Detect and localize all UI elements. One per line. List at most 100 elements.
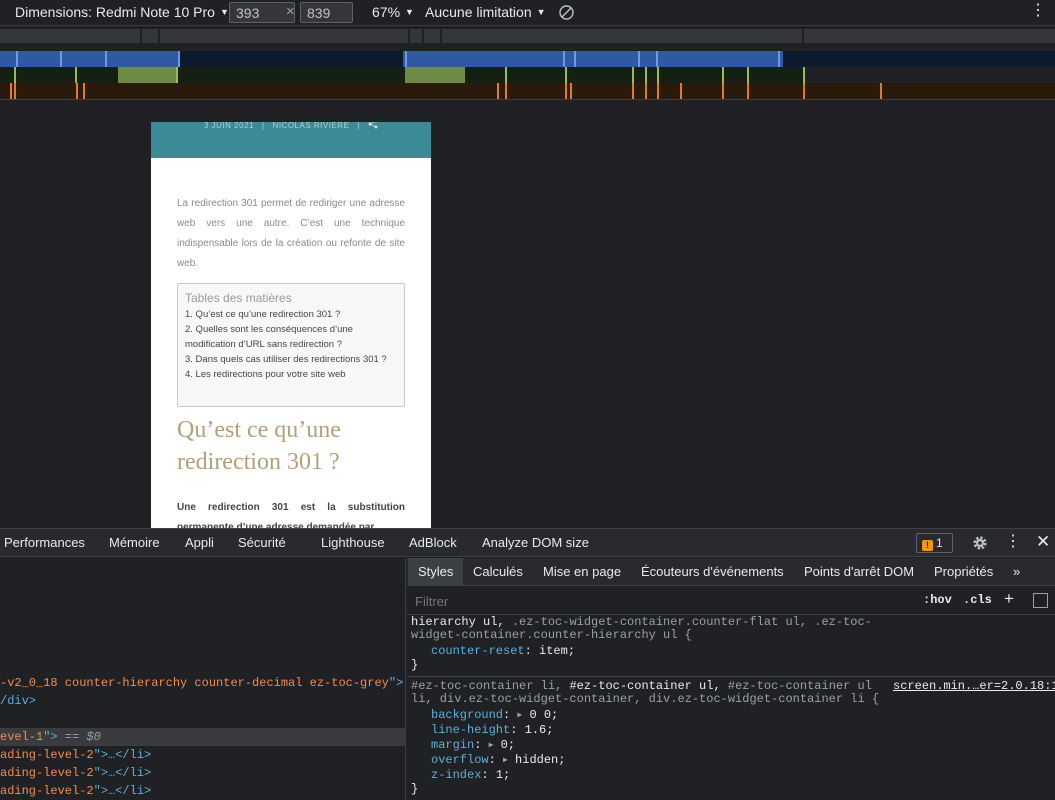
issues-button[interactable]: ! 1 (916, 533, 953, 553)
hov-toggle[interactable]: :hov (923, 593, 952, 607)
css-value[interactable]: 0; (501, 738, 515, 752)
tab-memoire[interactable]: Mémoire (109, 535, 160, 550)
toggle-sidebar-icon[interactable] (1033, 593, 1048, 608)
rule-selector[interactable]: widget-container.counter-hierarchy ul { (411, 628, 692, 642)
css-property[interactable]: overflow (431, 753, 489, 767)
phone-screen[interactable]: 3 JUIN 2021 | NICOLAS RIVIERE | La redirect… (151, 122, 431, 528)
tab-performances[interactable]: Performances (4, 535, 85, 550)
new-rule-icon[interactable]: + (1004, 589, 1014, 609)
toc-link[interactable]: 4. Les redirections pour votre site web (185, 367, 397, 382)
article-intro: La redirection 301 permet de rediriger u… (177, 198, 405, 269)
css-property[interactable]: background (431, 708, 503, 722)
tab-points-arret-dom[interactable]: Points d'arrêt DOM (804, 564, 914, 579)
css-declaration[interactable]: z-index: 1; (431, 768, 510, 782)
mq-tick (14, 67, 16, 83)
kebab-icon[interactable]: ⋮ (1030, 2, 1046, 20)
mq-tick (10, 83, 12, 99)
kebab-icon[interactable]: ⋮ (1005, 534, 1021, 550)
share-icon[interactable] (368, 122, 378, 129)
css-declaration[interactable]: counter-reset: item; (431, 644, 575, 658)
tab-securite[interactable]: Sécurité (238, 535, 286, 550)
mq-tick (76, 83, 78, 99)
mq-segment[interactable] (0, 51, 180, 67)
css-value[interactable]: item; (539, 644, 575, 658)
devtools-window: Dimensions: Redmi Note 10 Pro ▼ × 67% ▼ Au… (0, 0, 1055, 800)
stylesheet-source-link[interactable]: screen.min.…er=2.0.18:1 (893, 679, 1055, 693)
tab-lighthouse[interactable]: Lighthouse (321, 535, 385, 550)
rule-selector[interactable]: hierarchy ul, .ez-toc-widget-container.c… (411, 615, 872, 629)
styles-filter-input[interactable] (409, 590, 914, 612)
css-declaration[interactable]: line-height: 1.6; (431, 723, 553, 737)
dom-node[interactable]: ading-level-2">…</li> (0, 764, 151, 782)
ruler-segment (424, 29, 440, 43)
dom-node[interactable]: /div> (0, 692, 36, 710)
selector-nonmatch: .ez-toc-widget-container.counter-flat ul… (511, 615, 872, 629)
dom-node[interactable]: ading-level-2">…</li> (0, 746, 151, 764)
mq-tick (803, 67, 805, 83)
media-query-row-max-width (0, 51, 1055, 67)
meta-separator: | (261, 122, 265, 130)
css-value[interactable]: 1; (496, 768, 510, 782)
mq-tick (657, 67, 659, 83)
article-author[interactable]: NICOLAS RIVIERE (273, 122, 350, 130)
mq-tick (656, 51, 658, 67)
mq-tick (505, 83, 507, 99)
toc-link[interactable]: 2. Quelles sont les conséquences d’une m… (185, 322, 397, 352)
tab-styles[interactable]: Styles (408, 558, 464, 585)
css-property[interactable]: margin (431, 738, 474, 752)
device-select[interactable]: Dimensions: Redmi Note 10 Pro ▼ (15, 4, 229, 20)
mq-tick (565, 67, 567, 83)
gear-icon[interactable] (972, 535, 988, 551)
more-tabs-icon[interactable]: » (1013, 564, 1020, 579)
selector-match: hierarchy ul, (411, 615, 512, 629)
tab-appli[interactable]: Appli (185, 535, 214, 550)
toc-link[interactable]: 3. Dans quels cas utiliser des redirecti… (185, 352, 397, 367)
tab-adblock[interactable]: AdBlock (409, 535, 457, 550)
attribute-value: ading-level-2 (0, 784, 94, 798)
tab-analyze-dom-size[interactable]: Analyze DOM size (482, 535, 589, 550)
height-input[interactable] (300, 2, 353, 23)
throttle-select[interactable]: Aucune limitation ▼ (425, 4, 546, 20)
css-value[interactable]: 0 0; (529, 708, 558, 722)
device-toolbar: Dimensions: Redmi Note 10 Pro ▼ × 67% ▼ Au… (0, 0, 1055, 26)
dom-node[interactable]: ading-level-2">…</li> (0, 782, 151, 800)
toc-link[interactable]: 1. Qu’est ce qu’une redirection 301 ? (185, 307, 397, 322)
tag-bracket: "> (43, 730, 65, 744)
attribute-value: evel-1 (0, 730, 44, 744)
tag-bracket: "> (388, 676, 404, 690)
mq-tick (178, 51, 180, 67)
css-declaration[interactable]: background: ▶ 0 0; (431, 708, 558, 723)
dom-node[interactable]: -v2_0_18 counter-hierarchy counter-decim… (0, 674, 403, 692)
article-date: 3 JUIN 2021 (204, 122, 254, 130)
css-declaration[interactable]: overflow: ▶ hidden; (431, 753, 565, 768)
css-declaration[interactable]: margin: ▶ 0; (431, 738, 515, 753)
tab-mise-en-page[interactable]: Mise en page (543, 564, 621, 579)
rotate-icon[interactable] (558, 4, 575, 21)
cls-toggle[interactable]: .cls (963, 593, 992, 607)
ruler-segment (0, 29, 140, 43)
zoom-select[interactable]: 67% ▼ (372, 4, 414, 20)
times-icon: × (286, 3, 295, 20)
attribute-value: ading-level-2 (0, 766, 94, 780)
rule-selector[interactable]: #ez-toc-container li, #ez-toc-container … (411, 679, 872, 693)
css-property[interactable]: counter-reset (431, 644, 525, 658)
rule-close: } (411, 782, 419, 796)
css-value[interactable]: 1.6; (525, 723, 554, 737)
mq-segment[interactable] (118, 67, 178, 83)
mq-tick (105, 51, 107, 67)
rule-selector[interactable]: li, div.ez-toc-widget-container, div.ez-… (411, 692, 879, 706)
dom-node-selected[interactable]: evel-1"> == $0 (0, 728, 405, 746)
mq-segment[interactable] (403, 51, 783, 67)
css-property[interactable]: line-height (431, 723, 510, 737)
tab-ecouteurs[interactable]: Écouteurs d'événements (641, 564, 784, 579)
tab-proprietes[interactable]: Propriétés (934, 564, 993, 579)
close-icon[interactable]: ✕ (1036, 532, 1050, 552)
mq-segment[interactable] (405, 67, 465, 83)
mq-tick (405, 51, 407, 67)
css-value[interactable]: hidden; (515, 753, 565, 767)
tab-calcules[interactable]: Calculés (473, 564, 523, 579)
css-property[interactable]: z-index (431, 768, 481, 782)
media-query-bars (0, 27, 1055, 100)
selected-marker: == $0 (64, 730, 101, 744)
mq-tick (680, 83, 682, 99)
